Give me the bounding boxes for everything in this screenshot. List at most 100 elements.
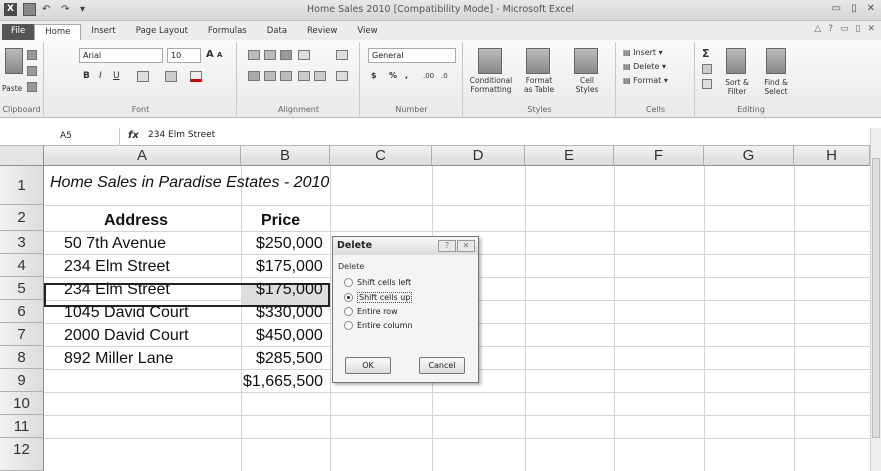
option-entire-column[interactable]: Entire column: [344, 321, 413, 330]
find-select-icon[interactable]: [766, 48, 786, 74]
percent-style-button[interactable]: %: [389, 71, 397, 80]
row-header-9[interactable]: 9: [0, 369, 44, 392]
cell-a8[interactable]: 892 Miller Lane: [64, 350, 173, 368]
dialog-help-button[interactable]: ?: [438, 240, 456, 252]
row-header-1[interactable]: 1: [0, 166, 44, 205]
row-header-8[interactable]: 8: [0, 346, 44, 369]
column-header-e[interactable]: E: [525, 146, 614, 166]
cell-a2-header[interactable]: Address: [104, 212, 168, 230]
column-header-g[interactable]: G: [704, 146, 794, 166]
workbook-restore-button[interactable]: ▯: [856, 24, 861, 34]
cell-b3[interactable]: $250,000: [256, 235, 323, 253]
font-name-select[interactable]: Arial: [79, 48, 163, 63]
tab-formulas[interactable]: Formulas: [198, 24, 257, 40]
delete-cells-button[interactable]: ▤ Delete ▾: [623, 62, 666, 71]
fill-color-icon[interactable]: [165, 71, 177, 82]
cell-a4[interactable]: 234 Elm Street: [64, 258, 170, 276]
underline-button[interactable]: U: [113, 71, 120, 81]
font-color-icon[interactable]: [190, 71, 202, 82]
align-top-icon[interactable]: [248, 50, 260, 60]
insert-cells-button[interactable]: ▤ Insert ▾: [623, 48, 663, 57]
cell-a5[interactable]: 234 Elm Street: [64, 281, 170, 299]
cell-a7[interactable]: 2000 David Court: [64, 327, 189, 345]
sort-filter-icon[interactable]: [726, 48, 746, 74]
number-format-select[interactable]: General: [368, 48, 456, 63]
conditional-formatting-icon[interactable]: [478, 48, 502, 74]
decrease-indent-icon[interactable]: [298, 71, 310, 81]
shrink-font-button[interactable]: A: [217, 51, 222, 59]
fill-icon[interactable]: [702, 64, 712, 74]
cut-icon[interactable]: [27, 50, 37, 60]
tab-view[interactable]: View: [347, 24, 387, 40]
tab-data[interactable]: Data: [257, 24, 297, 40]
workbook-minimize-button[interactable]: ▭: [840, 24, 849, 34]
align-left-icon[interactable]: [248, 71, 260, 81]
row-header-10[interactable]: 10: [0, 392, 44, 415]
column-header-a[interactable]: A: [44, 146, 241, 166]
grow-font-button[interactable]: A: [206, 49, 214, 60]
copy-icon[interactable]: [27, 66, 37, 76]
minimize-button[interactable]: ▭: [832, 3, 841, 14]
row-header-12[interactable]: 12: [0, 438, 44, 471]
option-shift-cells-up[interactable]: Shift cells up: [344, 292, 413, 303]
cell-b9-total[interactable]: $1,665,500: [243, 373, 323, 391]
cell-b4[interactable]: $175,000: [256, 258, 323, 276]
format-painter-icon[interactable]: [27, 82, 37, 92]
merge-center-icon[interactable]: [336, 71, 348, 81]
cell-styles-button[interactable]: Cell Styles: [566, 76, 608, 94]
align-right-icon[interactable]: [280, 71, 292, 81]
tab-insert[interactable]: Insert: [81, 24, 125, 40]
help-icon[interactable]: ?: [828, 24, 833, 34]
italic-button[interactable]: I: [99, 71, 102, 81]
increase-decimal-button[interactable]: .00: [423, 72, 434, 80]
bold-button[interactable]: B: [83, 71, 90, 81]
format-cells-button[interactable]: ▤ Format ▾: [623, 76, 668, 85]
increase-indent-icon[interactable]: [314, 71, 326, 81]
cell-b6[interactable]: $330,000: [256, 304, 323, 322]
tab-file[interactable]: File: [2, 24, 35, 40]
select-all-corner[interactable]: [0, 146, 44, 166]
minimize-ribbon-icon[interactable]: △: [814, 24, 821, 34]
row-header-2[interactable]: 2: [0, 205, 44, 231]
decrease-decimal-button[interactable]: .0: [441, 72, 448, 80]
formula-input[interactable]: 234 Elm Street: [148, 130, 215, 140]
tab-review[interactable]: Review: [297, 24, 347, 40]
row-header-6[interactable]: 6: [0, 300, 44, 323]
align-center-icon[interactable]: [264, 71, 276, 81]
orientation-icon[interactable]: [298, 50, 310, 60]
dialog-close-button[interactable]: ✕: [457, 240, 475, 252]
vertical-scrollbar[interactable]: [870, 128, 881, 471]
column-header-d[interactable]: D: [432, 146, 525, 166]
comma-style-button[interactable]: ,: [405, 71, 408, 80]
autosum-button[interactable]: Σ: [702, 47, 710, 60]
clear-icon[interactable]: [702, 79, 712, 89]
scrollbar-thumb[interactable]: [872, 158, 880, 438]
accounting-format-button[interactable]: $: [371, 71, 377, 80]
cancel-button[interactable]: Cancel: [419, 357, 465, 374]
option-shift-cells-left[interactable]: Shift cells left: [344, 278, 411, 287]
cell-b8[interactable]: $285,500: [256, 350, 323, 368]
column-header-h[interactable]: H: [794, 146, 870, 166]
cell-a3[interactable]: 50 7th Avenue: [64, 235, 166, 253]
tab-home[interactable]: Home: [34, 24, 82, 40]
find-select-button[interactable]: Find & Select: [756, 78, 796, 96]
ok-button[interactable]: OK: [345, 357, 391, 374]
sort-filter-button[interactable]: Sort & Filter: [718, 78, 756, 96]
cell-a6[interactable]: 1045 David Court: [64, 304, 189, 322]
option-entire-row[interactable]: Entire row: [344, 307, 398, 316]
column-header-b[interactable]: B: [241, 146, 330, 166]
row-header-3[interactable]: 3: [0, 231, 44, 254]
insert-function-icon[interactable]: fx: [128, 130, 139, 141]
wrap-text-icon[interactable]: [336, 50, 348, 60]
format-as-table-icon[interactable]: [526, 48, 550, 74]
row-header-5[interactable]: 5: [0, 277, 44, 300]
radio-icon[interactable]: [344, 321, 353, 330]
radio-selected-icon[interactable]: [344, 293, 353, 302]
borders-icon[interactable]: [137, 71, 149, 82]
row-header-11[interactable]: 11: [0, 415, 44, 438]
align-middle-icon[interactable]: [264, 50, 276, 60]
row-header-4[interactable]: 4: [0, 254, 44, 277]
radio-icon[interactable]: [344, 307, 353, 316]
cell-b2-header[interactable]: Price: [261, 212, 300, 230]
name-box[interactable]: A5: [0, 128, 120, 146]
